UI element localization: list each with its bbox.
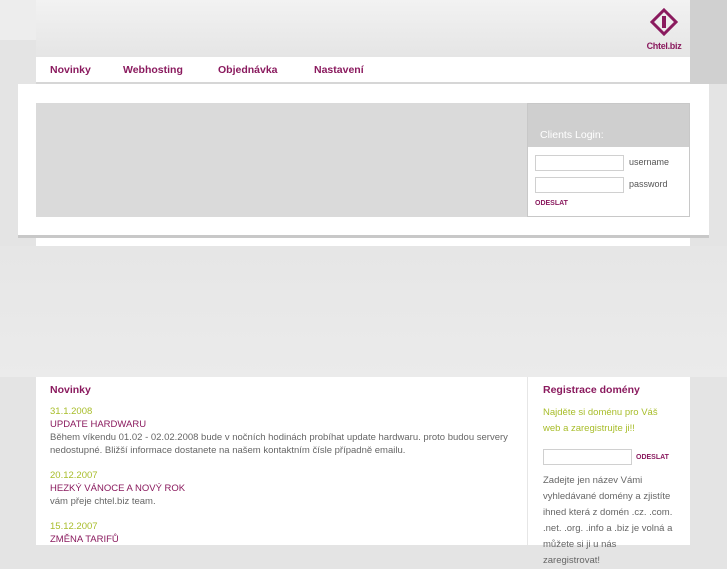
domain-input[interactable] [543,449,632,465]
news-body: vám přeje chtel.biz team. [50,496,156,507]
news-item: 20.12.2007 HEZKÝ VÁNOCE A NOVÝ ROK vám p… [50,469,513,508]
news-title[interactable]: UPDATE HARDWARU [50,418,513,431]
nav-objednavka[interactable]: Objednávka [218,64,278,76]
domain-submit-button[interactable]: ODESLAT [636,454,669,461]
nav-novinky[interactable]: Novinky [50,64,91,76]
username-label: username [629,157,670,167]
news-item: 31.1.2008 UPDATE HARDWARU Během víkendu … [50,405,513,457]
username-input[interactable] [535,155,624,171]
password-input[interactable] [535,177,624,193]
news-item: 15.12.2007 ZMĚNA TARIFŮ [50,520,513,546]
password-label: password [629,179,668,189]
hero-band: Clients Login: username password ODESLAT [18,84,709,238]
login-submit-button[interactable]: ODESLAT [535,200,568,207]
domain-registration: Registrace domény Najděte si doménu pro … [527,377,690,566]
news-title[interactable]: HEZKÝ VÁNOCE A NOVÝ ROK [50,482,513,495]
logo-text: Chtel.biz [646,41,682,51]
login-box: Clients Login: username password ODESLAT [527,103,690,217]
login-title: Clients Login: [528,104,689,147]
registration-heading: Registrace domény [543,384,640,396]
registration-text: Zadejte jen název Vámi vyhledávané domén… [543,475,673,566]
news-date: 15.12.2007 [50,521,98,532]
background-right-strip [690,0,727,84]
nav-nastaveni[interactable]: Nastavení [314,64,364,76]
news-title[interactable]: ZMĚNA TARIFŮ [50,533,513,546]
news-date: 20.12.2007 [50,470,98,481]
logo-diamond-icon [649,7,679,37]
background-middle [0,246,727,377]
news-section: Novinky 31.1.2008 UPDATE HARDWARU Během … [36,377,527,545]
main-nav: Novinky Webhosting Objednávka Nastavení [36,57,690,84]
banner-area [36,103,527,217]
news-heading: Novinky [50,384,91,396]
divider-strip [36,238,690,246]
nav-webhosting[interactable]: Webhosting [123,64,183,76]
registration-tagline: Najděte si doménu pro Váš web a zaregist… [543,407,658,434]
news-body: Během víkendu 01.02 - 02.02.2008 bude v … [50,432,508,456]
logo[interactable]: Chtel.biz [646,7,682,51]
header: Chtel.biz [36,0,690,57]
news-date: 31.1.2008 [50,406,93,417]
